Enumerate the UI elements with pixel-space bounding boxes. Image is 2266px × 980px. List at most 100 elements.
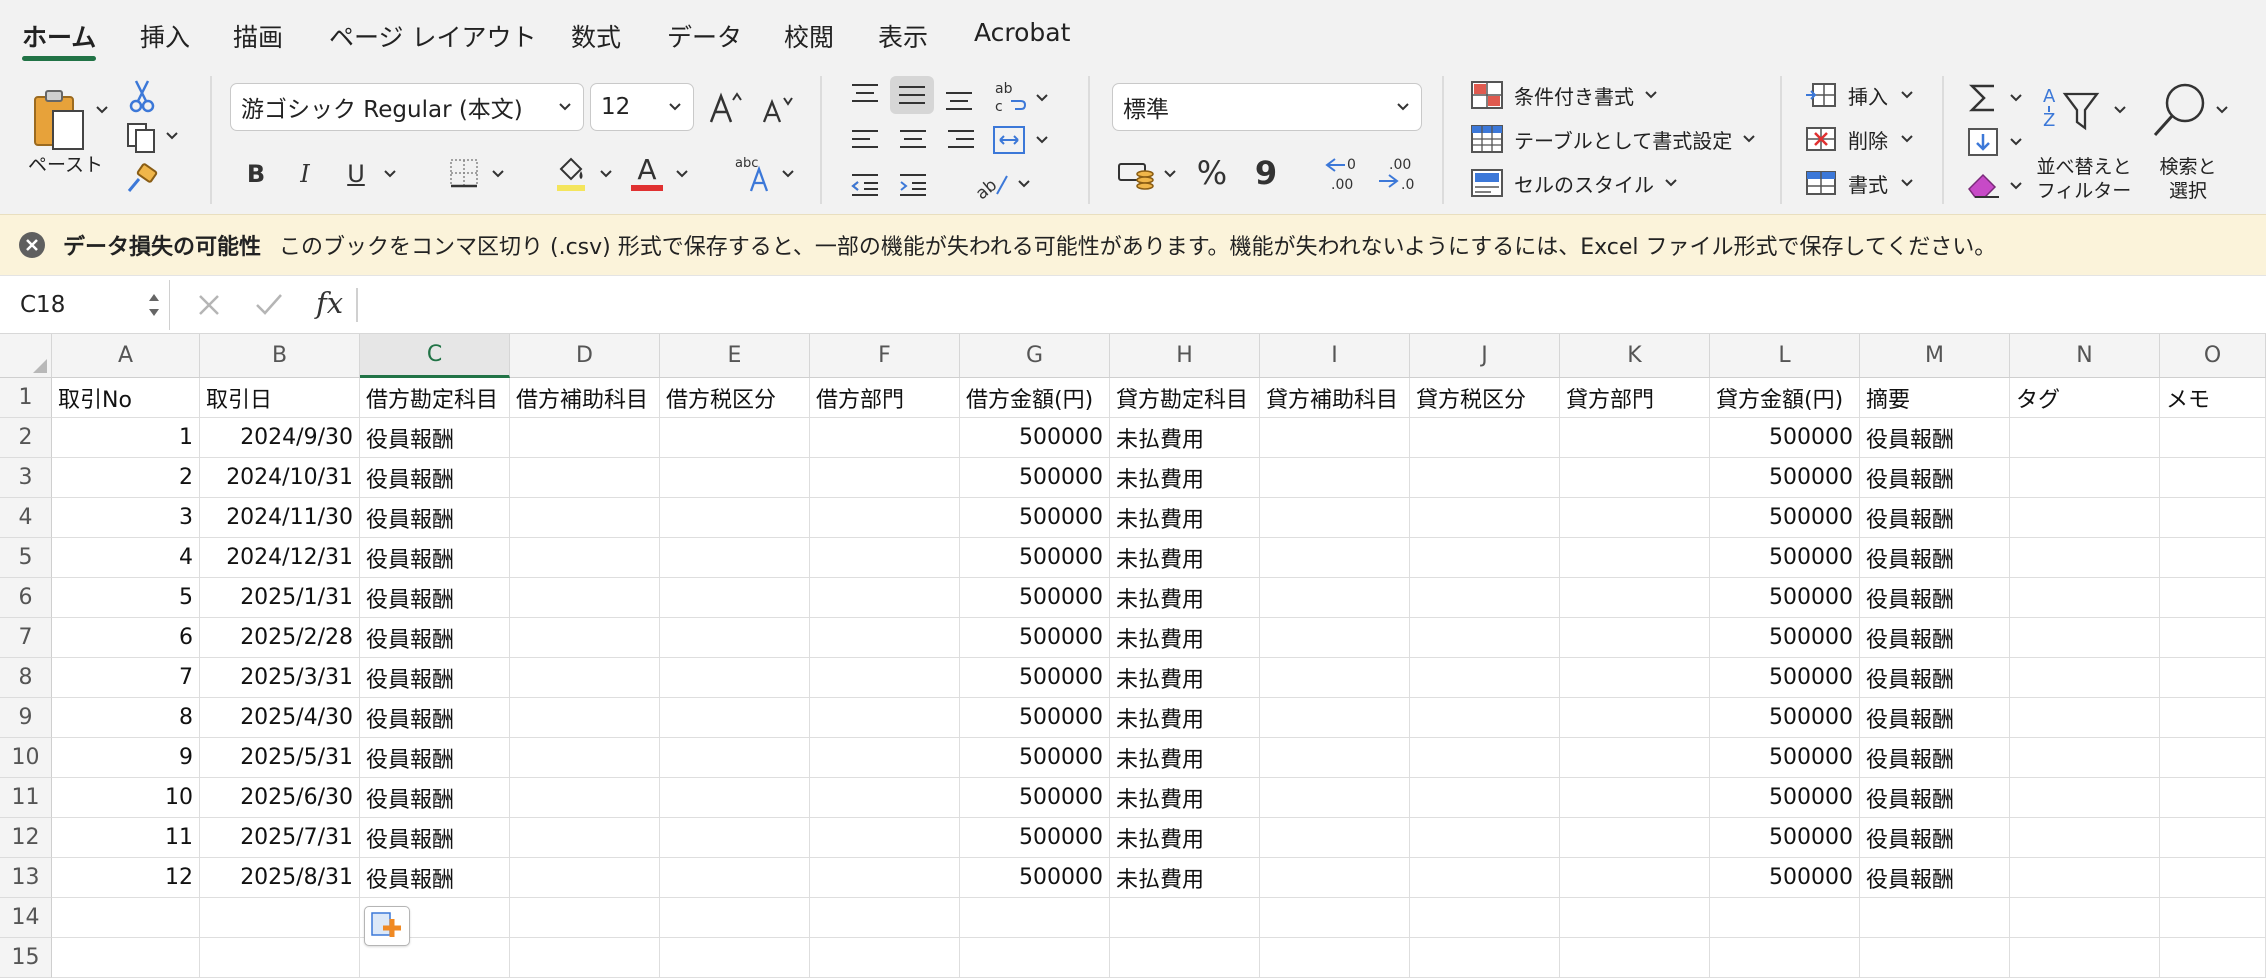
table-cell[interactable] <box>660 938 810 978</box>
table-cell[interactable] <box>1260 698 1410 738</box>
row-header[interactable]: 15 <box>0 938 52 978</box>
tab-review[interactable]: 校閲 <box>784 18 834 54</box>
increase-decimal-button[interactable]: 0 .00 <box>1322 150 1368 196</box>
header-cell[interactable]: 貸方勘定科目 <box>1110 378 1260 418</box>
table-cell[interactable] <box>1410 698 1560 738</box>
table-cell[interactable]: 役員報酬 <box>1860 618 2010 658</box>
row-header[interactable]: 2 <box>0 418 52 458</box>
table-cell[interactable]: 500000 <box>960 418 1110 458</box>
delete-cells-button[interactable]: 削除 <box>1804 124 1914 154</box>
table-cell[interactable] <box>2160 938 2266 978</box>
table-cell[interactable]: 9 <box>52 738 200 778</box>
table-cell[interactable] <box>810 858 960 898</box>
table-cell[interactable]: 2025/6/30 <box>200 778 360 818</box>
header-cell[interactable]: 借方補助科目 <box>510 378 660 418</box>
table-cell[interactable] <box>510 418 660 458</box>
header-cell[interactable]: 取引日 <box>200 378 360 418</box>
table-cell[interactable]: 500000 <box>960 618 1110 658</box>
name-box[interactable]: C18 <box>0 280 170 330</box>
table-cell[interactable]: 11 <box>52 818 200 858</box>
orientation-button[interactable]: ab c <box>992 78 1028 118</box>
row-header[interactable]: 13 <box>0 858 52 898</box>
table-cell[interactable] <box>1410 418 1560 458</box>
column-header[interactable]: B <box>200 334 360 378</box>
table-cell[interactable]: 12 <box>52 858 200 898</box>
increase-font-size-button[interactable] <box>706 86 746 130</box>
table-cell[interactable]: 500000 <box>960 858 1110 898</box>
column-header[interactable]: A <box>52 334 200 378</box>
fill-color-button[interactable] <box>552 152 590 194</box>
table-cell[interactable]: 未払費用 <box>1110 578 1260 618</box>
paste-chevron-down-icon[interactable] <box>94 102 110 118</box>
table-cell[interactable] <box>52 938 200 978</box>
table-cell[interactable]: 役員報酬 <box>1860 778 2010 818</box>
fill-color-chevron-down-icon[interactable] <box>598 166 614 182</box>
table-cell[interactable] <box>2010 658 2160 698</box>
formula-input[interactable] <box>372 288 2252 322</box>
table-cell[interactable]: 6 <box>52 618 200 658</box>
sort-filter-button[interactable]: A Z <box>2040 82 2104 138</box>
bold-button[interactable]: B <box>238 154 274 194</box>
table-cell[interactable] <box>660 698 810 738</box>
header-cell[interactable]: 借方税区分 <box>660 378 810 418</box>
table-cell[interactable] <box>1410 458 1560 498</box>
header-cell[interactable]: 貸方金額(円) <box>1710 378 1860 418</box>
table-cell[interactable]: 役員報酬 <box>1860 418 2010 458</box>
table-cell[interactable]: 500000 <box>960 738 1110 778</box>
column-header[interactable]: I <box>1260 334 1410 378</box>
sort-filter-chevron-down-icon[interactable] <box>2112 102 2128 118</box>
table-cell[interactable]: 未払費用 <box>1110 738 1260 778</box>
table-cell[interactable] <box>660 458 810 498</box>
table-cell[interactable]: 2024/10/31 <box>200 458 360 498</box>
table-cell[interactable] <box>1260 818 1410 858</box>
format-painter-button[interactable] <box>124 162 160 196</box>
tab-page-layout[interactable]: ページ レイアウト <box>329 18 536 54</box>
header-cell[interactable]: 貸方税区分 <box>1410 378 1560 418</box>
table-cell[interactable]: 500000 <box>960 498 1110 538</box>
table-cell[interactable]: 役員報酬 <box>1860 498 2010 538</box>
table-cell[interactable]: 未払費用 <box>1110 658 1260 698</box>
table-cell[interactable]: 2025/7/31 <box>200 818 360 858</box>
accounting-format-button[interactable] <box>1116 154 1158 194</box>
table-cell[interactable]: 2025/5/31 <box>200 738 360 778</box>
table-cell[interactable] <box>2010 858 2160 898</box>
table-cell[interactable] <box>1260 458 1410 498</box>
format-as-table-button[interactable]: テーブルとして書式設定 <box>1470 124 1756 154</box>
table-cell[interactable]: 未払費用 <box>1110 458 1260 498</box>
table-cell[interactable] <box>200 898 360 938</box>
table-cell[interactable] <box>660 778 810 818</box>
paste-options-button[interactable] <box>364 906 410 946</box>
table-cell[interactable] <box>1410 938 1560 978</box>
header-cell[interactable]: メモ <box>2160 378 2266 418</box>
table-cell[interactable]: 1 <box>52 418 200 458</box>
table-cell[interactable]: 未払費用 <box>1110 858 1260 898</box>
table-cell[interactable]: 7 <box>52 658 200 698</box>
find-select-button[interactable] <box>2148 80 2210 142</box>
row-header[interactable]: 9 <box>0 698 52 738</box>
underline-button[interactable]: U <box>338 154 374 194</box>
table-cell[interactable] <box>1560 578 1710 618</box>
find-select-chevron-down-icon[interactable] <box>2214 102 2230 118</box>
table-cell[interactable] <box>810 738 960 778</box>
table-cell[interactable]: 役員報酬 <box>360 578 510 618</box>
table-cell[interactable]: 500000 <box>960 818 1110 858</box>
table-cell[interactable] <box>2010 778 2160 818</box>
table-cell[interactable] <box>2010 738 2160 778</box>
table-cell[interactable]: 役員報酬 <box>1860 458 2010 498</box>
table-cell[interactable] <box>510 658 660 698</box>
table-cell[interactable] <box>200 938 360 978</box>
table-cell[interactable]: 10 <box>52 778 200 818</box>
wrap-chevron-down-icon[interactable] <box>1034 90 1050 106</box>
table-cell[interactable]: 500000 <box>1710 538 1860 578</box>
column-header[interactable]: D <box>510 334 660 378</box>
table-cell[interactable] <box>2160 698 2266 738</box>
table-cell[interactable] <box>660 658 810 698</box>
table-cell[interactable]: 2025/4/30 <box>200 698 360 738</box>
table-cell[interactable] <box>2010 498 2160 538</box>
table-cell[interactable] <box>1560 818 1710 858</box>
table-cell[interactable] <box>1710 938 1860 978</box>
table-cell[interactable] <box>1560 498 1710 538</box>
decrease-indent-button[interactable] <box>848 168 882 202</box>
column-header[interactable]: E <box>660 334 810 378</box>
copy-chevron-down-icon[interactable] <box>164 128 180 144</box>
